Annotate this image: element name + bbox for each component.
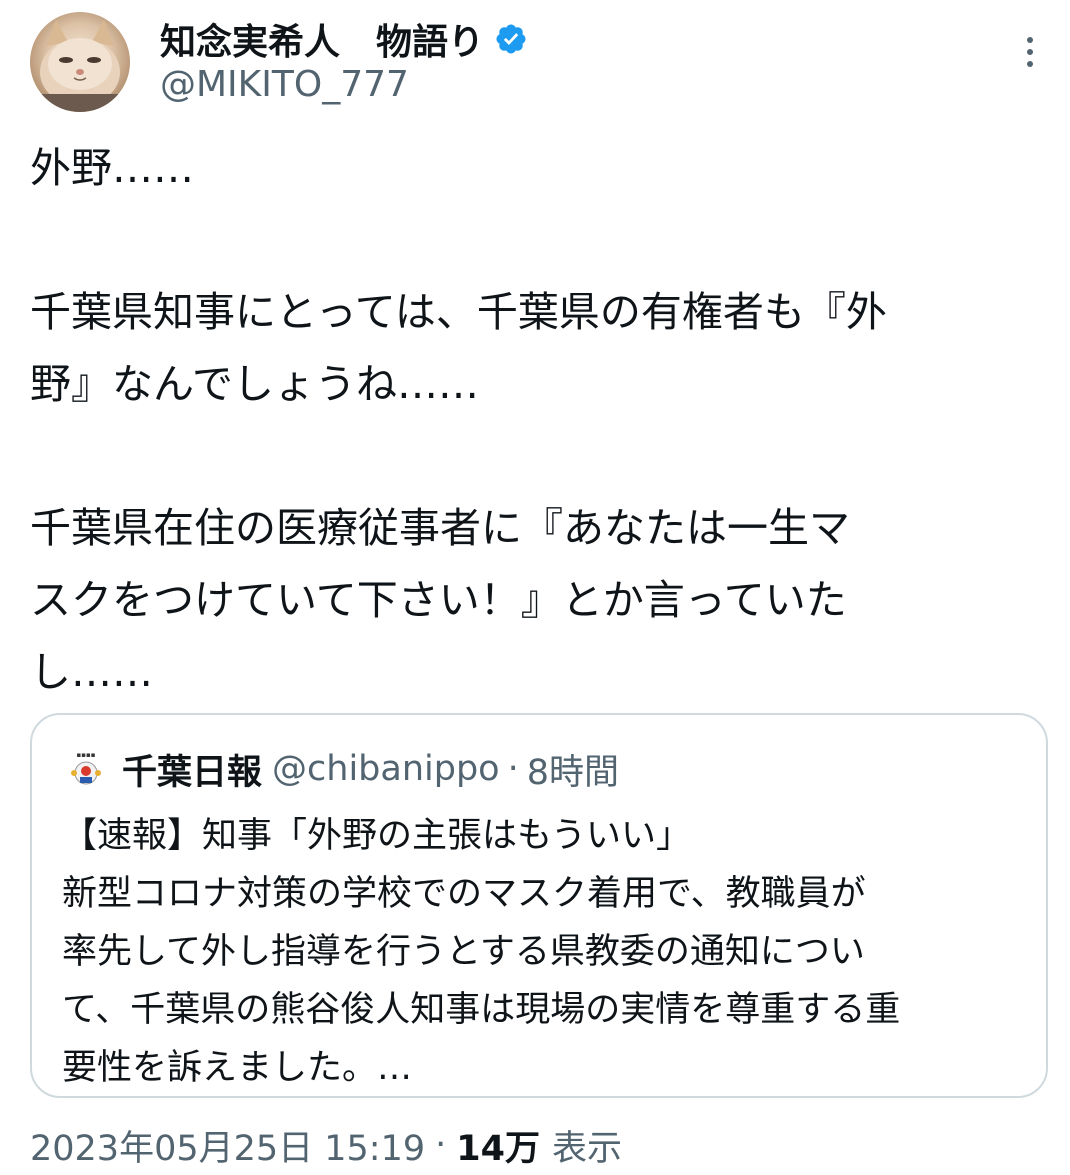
chibanippo-logo-icon: ▪▪▪▪ (66, 751, 106, 785)
view-count: 14万 (456, 1128, 540, 1169)
quote-header: ▪▪▪▪ 千葉日報 @chibanippo · 8時間 (64, 745, 619, 793)
verified-badge-icon (496, 24, 526, 54)
cat-avatar-icon (30, 20, 130, 112)
view-label: 表示 (552, 1128, 623, 1169)
quote-author-name: 千葉日報 (122, 752, 263, 793)
avatar[interactable] (30, 12, 130, 112)
author-handle[interactable]: @MIKITO_777 (160, 64, 409, 105)
quote-time: 8時間 (526, 752, 620, 793)
svg-text:▪▪▪▪: ▪▪▪▪ (77, 751, 96, 759)
tweet-meta: 2023年05月25日 15:19 · 14万 表示 (30, 1118, 622, 1172)
quote-separator: · (507, 749, 519, 789)
author-name-row: 知念実希人 物語り (160, 14, 528, 64)
tweet-text: 外野…… 千葉県知事にとっては、千葉県の有権者も『外 野』なんでしょうね…… 千… (30, 144, 887, 696)
quote-tweet-card[interactable]: ▪▪▪▪ 千葉日報 @chibanippo · 8時間 【速報】知事「外野の主張… (30, 713, 1048, 1098)
more-vertical-icon (1027, 37, 1033, 67)
author-display-name[interactable]: 知念実希人 物語り (160, 13, 484, 65)
meta-separator: · (435, 1125, 447, 1165)
more-options-button[interactable] (1010, 30, 1050, 74)
tweet-timestamp[interactable]: 2023年05月25日 15:19 (30, 1120, 425, 1171)
quote-text: 【速報】知事「外野の主張はもういい」 新型コロナ対策の学校でのマスク着用で、教職… (62, 816, 901, 1088)
quote-author-handle: @chibanippo (272, 749, 500, 789)
